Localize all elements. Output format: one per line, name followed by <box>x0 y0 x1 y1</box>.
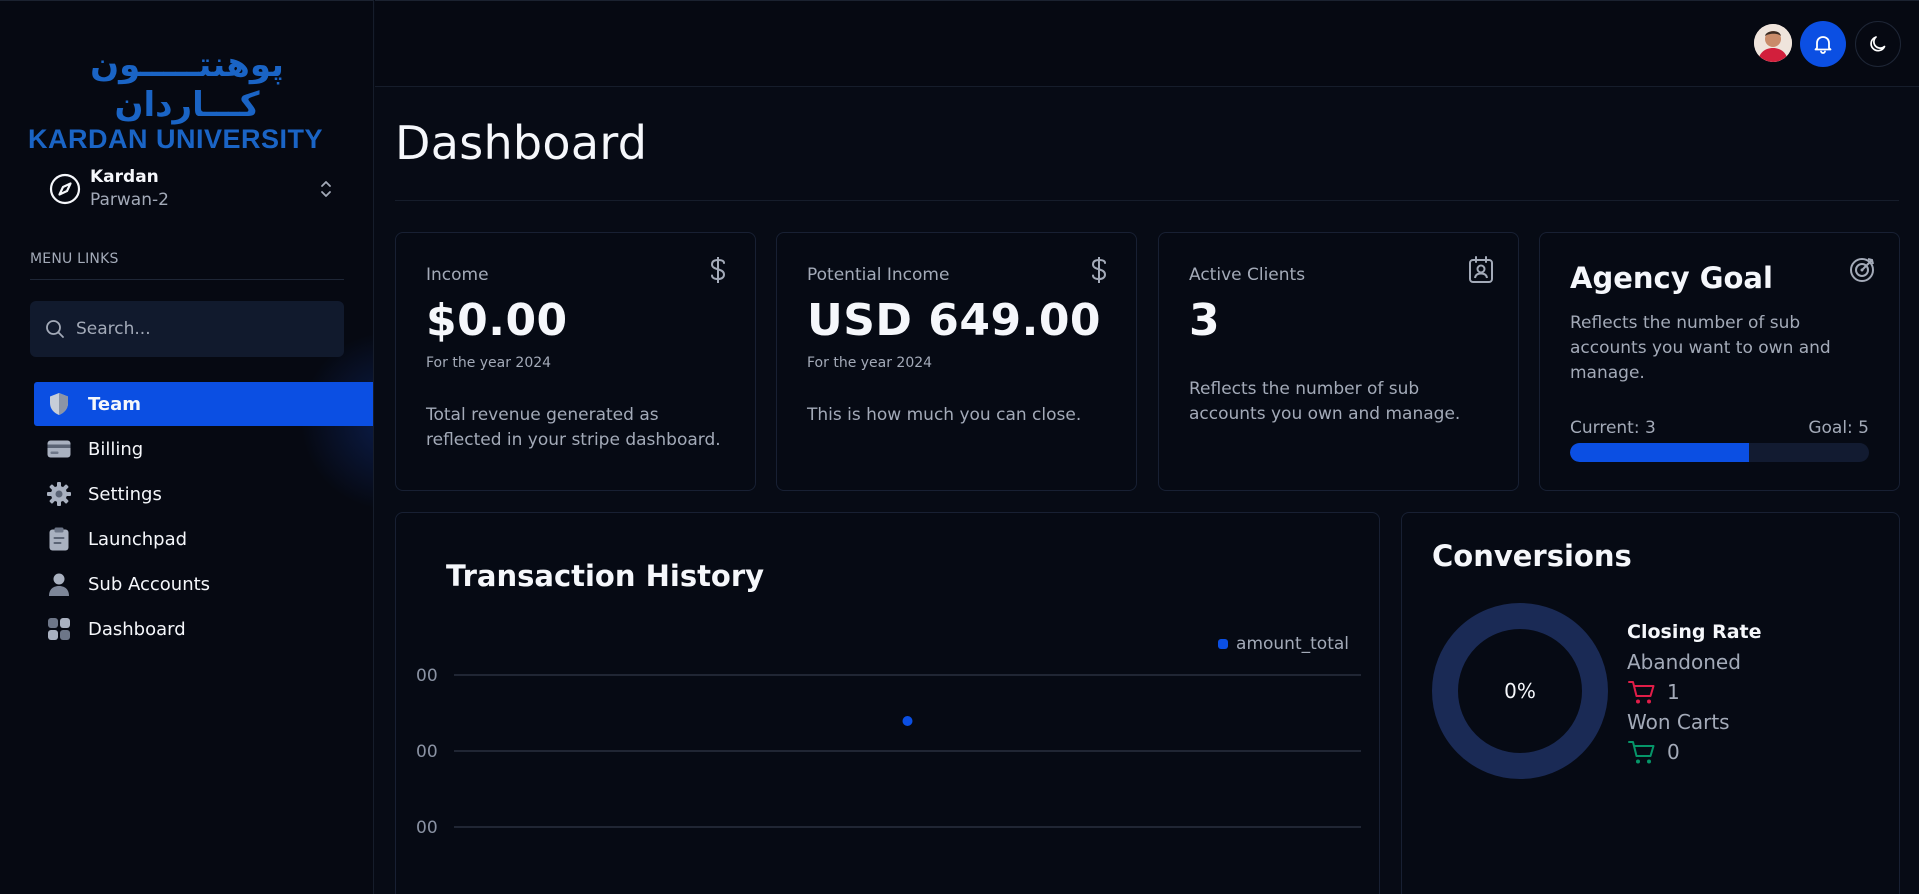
legend-label: amount_total <box>1236 634 1349 654</box>
closing-rate-label: Closing Rate <box>1627 621 1762 643</box>
income-value: $0.00 <box>426 295 568 346</box>
search-box[interactable] <box>30 301 344 357</box>
won-carts-label: Won Carts <box>1627 710 1730 734</box>
sidebar-item-team[interactable]: Team <box>34 382 373 426</box>
gear-icon <box>46 481 72 507</box>
agency-goal-desc: Reflects the number of sub accounts you … <box>1570 313 1831 383</box>
search-icon <box>46 320 64 338</box>
income-card: Income $0.00 For the year 2024 Total rev… <box>395 232 756 491</box>
income-label: Income <box>426 265 489 285</box>
active-clients-card: Active Clients 3 Reflects the number of … <box>1158 232 1519 491</box>
won-carts-count: 0 <box>1667 740 1680 764</box>
income-desc: Total revenue generated as reflected in … <box>426 405 721 450</box>
contact-icon <box>1469 256 1493 283</box>
dollar-icon <box>710 257 726 283</box>
cart-icon <box>1628 741 1655 764</box>
topbar <box>375 0 1919 87</box>
active-clients-value: 3 <box>1189 295 1221 346</box>
sidebar-nav: Team Billing Settings Launchpad Sub Acco… <box>34 382 373 652</box>
bell-icon <box>1814 36 1832 54</box>
shield-icon <box>46 391 72 417</box>
cart-icon <box>1628 681 1655 704</box>
conversions-panel: Conversions 0% Closing Rate Abandoned 1 … <box>1401 512 1900 894</box>
sidebar-item-settings[interactable]: Settings <box>34 472 373 516</box>
logo-arabic-text: پوهنتـــــون کـــاردان <box>90 45 284 125</box>
conversion-stats: Closing Rate Abandoned 1 Won Carts 0 <box>1627 617 1762 767</box>
sidebar-item-label: Settings <box>88 483 162 505</box>
data-point[interactable] <box>902 716 913 726</box>
logo[interactable]: پوهنتـــــون کـــاردان KARDAN UNIVERSITY <box>28 45 346 153</box>
y-tick-label: 00 <box>416 742 438 762</box>
transaction-history-title: Transaction History <box>446 559 765 593</box>
goal-progress-bar <box>1570 443 1869 462</box>
sidebar-item-label: Billing <box>88 438 144 460</box>
sidebar-item-launchpad[interactable]: Launchpad <box>34 517 373 561</box>
agency-goal-card: Agency Goal Reflects the number of sub a… <box>1539 232 1900 491</box>
y-tick-label: 00 <box>416 818 438 838</box>
conversions-title: Conversions <box>1432 539 1632 573</box>
search-input[interactable] <box>76 319 326 339</box>
potential-income-value: USD 649.00 <box>807 295 1102 346</box>
potential-income-sub: For the year 2024 <box>807 355 933 371</box>
menu-divider <box>30 279 344 280</box>
y-tick-label: 00 <box>416 666 438 686</box>
potential-income-card: Potential Income USD 649.00 For the year… <box>776 232 1137 491</box>
goal-progress-fill <box>1570 443 1750 462</box>
credit-card-icon <box>46 436 72 462</box>
avatar[interactable] <box>1754 24 1792 62</box>
sidebar-item-label: Launchpad <box>88 528 188 550</box>
sidebar-item-label: Sub Accounts <box>88 573 211 595</box>
active-clients-desc: Reflects the number of sub accounts you … <box>1189 379 1461 424</box>
sidebar-item-dashboard[interactable]: Dashboard <box>34 607 373 651</box>
sidebar-item-label: Dashboard <box>88 618 186 640</box>
moon-icon <box>1870 36 1886 52</box>
goal-target-label: Goal: 5 <box>1808 418 1869 438</box>
theme-toggle-button[interactable] <box>1855 21 1901 67</box>
org-switcher[interactable]: Kardan Parwan-2 <box>34 159 344 219</box>
conversion-rate-value: 0% <box>1504 679 1536 703</box>
grid-icon <box>46 616 72 642</box>
abandoned-label: Abandoned <box>1627 650 1741 674</box>
active-clients-label: Active Clients <box>1189 265 1306 285</box>
goal-current-label: Current: 3 <box>1570 418 1656 438</box>
transaction-history-panel: Transaction History amount_total 00 00 00 <box>395 512 1380 894</box>
sidebar: پوهنتـــــون کـــاردان KARDAN UNIVERSITY… <box>0 0 374 894</box>
chart-legend: amount_total <box>1218 634 1349 654</box>
legend-swatch <box>1218 639 1229 649</box>
dollar-icon <box>1091 257 1107 283</box>
org-name: Kardan <box>90 167 159 187</box>
income-sub: For the year 2024 <box>426 355 552 371</box>
won-carts-row: 0 <box>1627 737 1762 767</box>
sidebar-item-label: Team <box>88 393 141 415</box>
potential-income-label: Potential Income <box>807 265 950 285</box>
transaction-chart: 00 00 00 <box>416 666 1361 838</box>
title-divider <box>395 200 1899 201</box>
abandoned-row: 1 <box>1627 677 1762 707</box>
potential-income-desc: This is how much you can close. <box>807 405 1082 425</box>
chevron-up-down-icon <box>321 181 331 197</box>
page-title: Dashboard <box>395 116 648 170</box>
logo-latin-text: KARDAN UNIVERSITY <box>28 124 324 154</box>
clipboard-icon <box>46 526 72 552</box>
sidebar-item-sub-accounts[interactable]: Sub Accounts <box>34 562 373 606</box>
compass-icon <box>49 173 81 205</box>
abandoned-count: 1 <box>1667 680 1680 704</box>
menu-links-label: MENU LINKS <box>30 251 119 267</box>
goal-icon <box>1850 258 1874 282</box>
user-icon <box>46 571 72 597</box>
notifications-button[interactable] <box>1800 21 1846 67</box>
sidebar-item-billing[interactable]: Billing <box>34 427 373 471</box>
org-branch: Parwan-2 <box>90 190 169 210</box>
agency-goal-title: Agency Goal <box>1570 261 1773 295</box>
agency-goal-labels: Current: 3 Goal: 5 <box>1570 418 1869 438</box>
